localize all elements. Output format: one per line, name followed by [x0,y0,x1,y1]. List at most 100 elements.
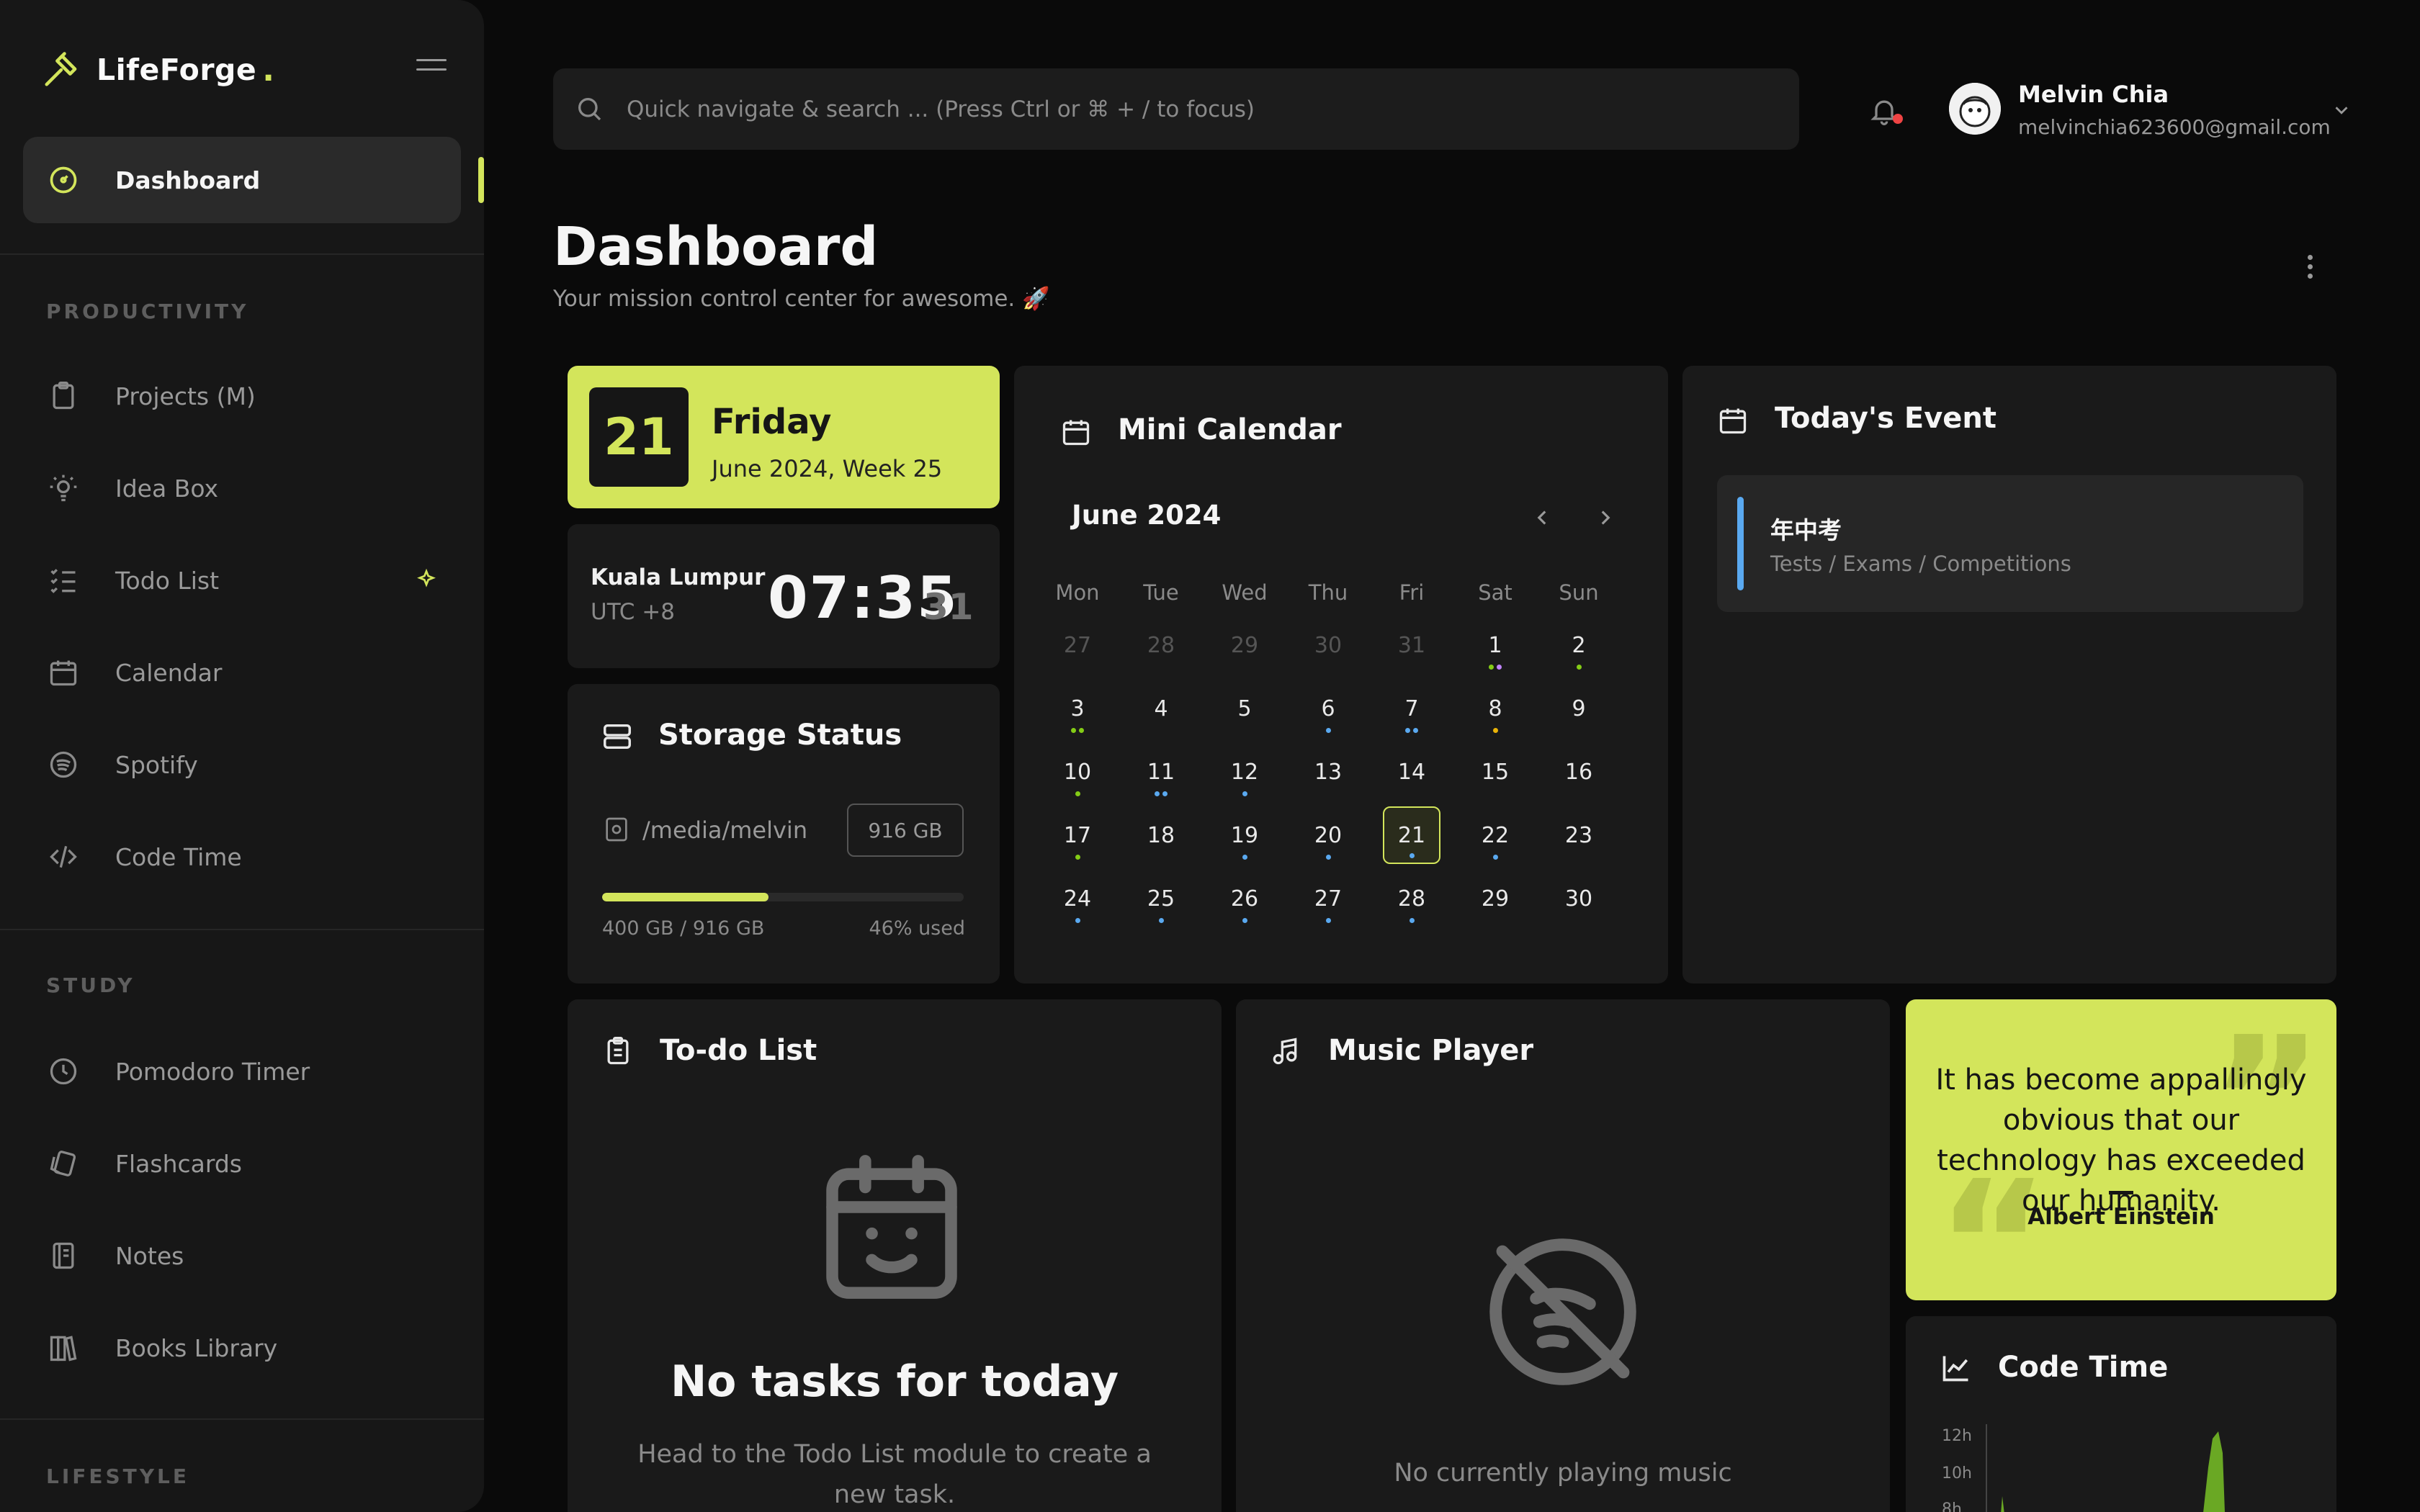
calendar-day[interactable]: 29 [1216,616,1273,674]
calendar-day[interactable]: 6 [1299,680,1357,737]
todo-title: To-do List [660,1034,817,1067]
calendar-day[interactable]: 30 [1299,616,1357,674]
event-dot [1242,918,1247,923]
event-dot [1242,791,1247,796]
calendar-day[interactable]: 27 [1299,870,1357,927]
event-dot [1075,791,1080,796]
sidebar-item-label: Dashboard [115,166,261,194]
storage-percent: 46% used [869,917,965,940]
event-dot [1242,855,1247,860]
sidebar-item-flashcards[interactable]: Flashcards [23,1120,461,1207]
avatar[interactable] [1949,83,2001,135]
sidebar-item-label: Notes [115,1241,184,1270]
event-dot [1409,853,1415,858]
sidebar-item-todo-list[interactable]: Todo List [23,537,461,624]
calendar-day[interactable]: 31 [1383,616,1440,674]
calendar-day[interactable]: 20 [1299,806,1357,864]
event-category: Tests / Exams / Competitions [1770,552,2071,576]
calendar-month-label: June 2024 [1072,500,1222,531]
sidebar: LifeForge . Dashboard PRODUCTIVITY Proje… [0,0,484,1512]
calendar-day[interactable]: 28 [1383,870,1440,927]
calendar-day[interactable]: 25 [1132,870,1190,927]
todo-list-widget: To-do List No tasks for today Head to th… [568,999,1222,1512]
sidebar-item-books-library[interactable]: Books Library [23,1305,461,1391]
sidebar-item-label: Books Library [115,1333,278,1362]
calendar-day[interactable]: 29 [1466,870,1524,927]
sidebar-item-label: Idea Box [115,474,219,503]
sidebar-item-notes[interactable]: Notes [23,1212,461,1299]
calendar-day[interactable]: 24 [1049,870,1106,927]
calendar-day[interactable]: 10 [1049,743,1106,801]
calendar-day[interactable]: 28 [1132,616,1190,674]
bell-icon[interactable] [1868,94,1900,131]
section-title-study: STUDY [46,973,135,997]
sidebar-item-spotify[interactable]: Spotify [23,721,461,808]
calendar-day[interactable]: 13 [1299,743,1357,801]
clipboard-icon [46,379,81,413]
divider [0,1418,484,1420]
storage-title: Storage Status [658,719,902,752]
sidebar-item-pomodoro[interactable]: Pomodoro Timer [23,1028,461,1115]
more-options-button[interactable] [2308,255,2313,283]
sidebar-item-idea-box[interactable]: Idea Box [23,445,461,531]
code-time-title: Code Time [1998,1351,2169,1384]
event-dot [1405,728,1410,733]
calendar-day[interactable]: 15 [1466,743,1524,801]
calendar-day[interactable]: 18 [1132,806,1190,864]
weekday-label: Wed [1222,580,1268,605]
sidebar-item-code-time[interactable]: Code Time [23,814,461,900]
calendar-day[interactable]: 19 [1216,806,1273,864]
calendar-day[interactable]: 7 [1383,680,1440,737]
event-dot [1071,728,1076,733]
weekday-label: Mon [1055,580,1100,605]
calendar-day[interactable]: 26 [1216,870,1273,927]
event-dot [1576,665,1582,670]
search-input[interactable]: Quick navigate & search ... (Press Ctrl … [627,96,1255,122]
notification-badge [1893,114,1903,124]
page-subtitle: Your mission control center for awesome.… [553,286,1050,312]
calendar-day[interactable]: 9 [1550,680,1608,737]
calendar-day[interactable]: 1 [1466,616,1524,674]
sidebar-item-projects[interactable]: Projects (M) [23,353,461,439]
calendar-day[interactable]: 12 [1216,743,1273,801]
event-dot [1162,791,1168,796]
search-bar[interactable]: Quick navigate & search ... (Press Ctrl … [553,68,1799,150]
calendar-day[interactable]: 8 [1466,680,1524,737]
calendar-day[interactable]: 2 [1550,616,1608,674]
code-icon [46,840,81,874]
chevron-left-icon[interactable] [1530,505,1554,533]
todo-empty-title: No tasks for today [670,1356,1119,1407]
date-number: 21 [589,387,689,487]
sidebar-item-calendar[interactable]: Calendar [23,629,461,716]
app-logo[interactable]: LifeForge . [42,50,274,89]
calendar-day[interactable]: 27 [1049,616,1106,674]
clipboard-list-icon [602,1035,634,1070]
weekday-label: Fri [1399,580,1425,605]
calendar-day[interactable]: 5 [1216,680,1273,737]
sidebar-toggle-button[interactable] [416,59,447,81]
clock-seconds: 31 [923,586,974,628]
calendar-day[interactable]: 4 [1132,680,1190,737]
calendar-day[interactable]: 17 [1049,806,1106,864]
sidebar-item-dashboard[interactable]: Dashboard [23,137,461,223]
calendar-day-today[interactable]: 21 [1383,806,1440,864]
chevron-down-icon[interactable] [2331,99,2352,124]
user-name[interactable]: Melvin Chia [2018,81,2169,108]
chevron-right-icon[interactable] [1593,505,1618,533]
calendar-day[interactable]: 16 [1550,743,1608,801]
event-item[interactable]: 年中考 Tests / Exams / Competitions [1717,475,2303,612]
calendar-icon [1060,416,1092,451]
storage-used: 400 GB / 916 GB [602,917,765,940]
event-dot [1325,855,1331,860]
server-icon [601,720,634,756]
search-icon [575,94,604,126]
calendar-day[interactable]: 3 [1049,680,1106,737]
calendar-day[interactable]: 23 [1550,806,1608,864]
active-indicator [478,157,484,203]
calendar-day[interactable]: 14 [1383,743,1440,801]
cards-icon [46,1146,81,1181]
sparkle-icon [415,567,438,593]
calendar-day[interactable]: 11 [1132,743,1190,801]
calendar-day[interactable]: 22 [1466,806,1524,864]
calendar-day[interactable]: 30 [1550,870,1608,927]
